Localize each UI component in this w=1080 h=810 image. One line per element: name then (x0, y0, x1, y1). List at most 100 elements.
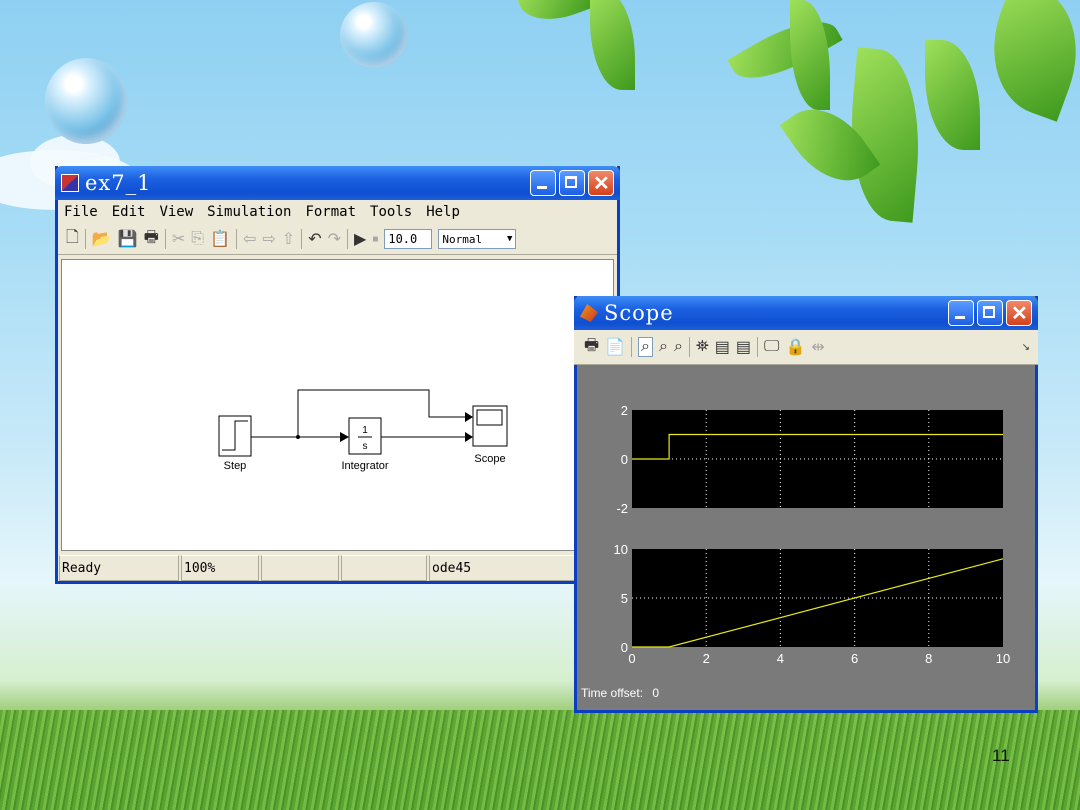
lock-icon[interactable]: 🔒 (785, 337, 805, 357)
x-tick-label: 8 (925, 651, 932, 666)
toolbar-overflow-icon[interactable]: ↘ (1022, 342, 1030, 353)
y-tick-label: 0 (621, 640, 628, 655)
zoom-y-icon[interactable]: ⌕ (674, 338, 683, 356)
menu-tools[interactable]: Tools (370, 204, 412, 220)
zoom-icon[interactable]: ⌕ (638, 337, 653, 357)
status-bar: Ready 100% ode45 (58, 555, 617, 581)
menu-simulation[interactable]: Simulation (207, 204, 291, 220)
print-icon[interactable]: 🖶 (144, 226, 159, 253)
signal-selection-icon[interactable]: ⇹ (811, 337, 824, 357)
close-button[interactable]: ✕ (1006, 300, 1032, 326)
status-empty (261, 555, 339, 581)
minimize-icon (955, 316, 965, 319)
menu-edit[interactable]: Edit (112, 204, 146, 220)
toolbar: 🗋 📂 💾 🖶 ✂ ⎘ 📋 ⇦ ⇨ ⇧ ↶ ↷ ▶ ■ 10.0 Normal … (58, 224, 617, 255)
integrator-label: Integrator (341, 460, 388, 472)
up-arrow-icon[interactable]: ⇧ (282, 229, 295, 249)
toolbar-separator (757, 337, 758, 357)
window-title: ex7_1 (85, 171, 152, 195)
plot-area-0 (632, 410, 1003, 508)
matlab-icon (580, 304, 598, 322)
arrow-head (465, 432, 473, 442)
menu-bar: File Edit View Simulation Format Tools H… (58, 200, 617, 224)
open-folder-icon[interactable]: 📂 (92, 229, 112, 249)
minimize-button[interactable] (530, 170, 556, 196)
scope-label: Scope (474, 453, 505, 465)
x-tick-label: 2 (703, 651, 710, 666)
scope-plots: 20-210500 2 4 6 8 10 (614, 403, 1011, 666)
arrow-head (465, 412, 473, 422)
maximize-icon (565, 176, 577, 188)
stop-icon[interactable]: ■ (372, 234, 378, 245)
x-tick-label: 10 (996, 651, 1010, 666)
menu-help[interactable]: Help (426, 204, 460, 220)
scope-toolbar: 🖶 📄 ⌕ ⌕ ⌕ ⛯ ▤ ▤ 🖵 🔒 ⇹ ↘ (574, 330, 1038, 365)
block-diagram: Step 1 s Integrator Scope (218, 389, 508, 472)
toolbar-separator (164, 229, 166, 249)
stop-time-input[interactable]: 10.0 (384, 229, 433, 249)
menu-format[interactable]: Format (305, 204, 356, 220)
title-bar[interactable]: Scope ✕ (574, 296, 1038, 330)
globe-bubble (45, 58, 127, 144)
model-canvas[interactable]: Step 1 s Integrator Scope (61, 259, 614, 551)
maximize-button[interactable] (977, 300, 1003, 326)
status-ready: Ready (59, 555, 179, 581)
menu-view[interactable]: View (159, 204, 193, 220)
redo-icon[interactable]: ↷ (328, 229, 341, 249)
toolbar-separator (631, 337, 633, 357)
globe-bubble (340, 2, 408, 68)
y-tick-label: -2 (616, 501, 628, 516)
x-tick-label: 0 (628, 651, 635, 666)
minimize-button[interactable] (948, 300, 974, 326)
back-arrow-icon[interactable]: ⇦ (243, 229, 256, 249)
toolbar-separator (84, 229, 86, 249)
toolbar-separator (301, 229, 303, 249)
status-zoom: 100% (181, 555, 259, 581)
y-tick-label: 0 (621, 452, 628, 467)
simulink-model-icon (61, 174, 79, 192)
scope-window: Scope ✕ 🖶 📄 ⌕ ⌕ ⌕ ⛯ ▤ ▤ 🖵 🔒 ⇹ ↘ 2 0 -2 10 5 0… (574, 296, 1038, 713)
cut-icon[interactable]: ✂ (172, 229, 185, 249)
copy-icon[interactable]: ⎘ (191, 230, 204, 248)
parameters-icon[interactable]: 📄 (605, 337, 625, 357)
zoom-x-icon[interactable]: ⌕ (659, 338, 668, 356)
close-icon: ✕ (593, 173, 610, 195)
step-label: Step (224, 460, 247, 472)
simulation-mode-select[interactable]: Normal ▼ (438, 229, 517, 249)
floating-scope-icon[interactable]: 🖵 (764, 338, 779, 356)
x-tick-label: 4 (777, 651, 784, 666)
y-tick-label: 10 (614, 542, 628, 557)
close-button[interactable]: ✕ (588, 170, 614, 196)
forward-arrow-icon[interactable]: ⇨ (262, 229, 275, 249)
new-file-icon[interactable]: 🗋 (66, 226, 79, 253)
toolbar-separator (235, 229, 237, 249)
paste-icon[interactable]: 📋 (210, 229, 230, 249)
integrator-numerator: 1 (362, 425, 368, 436)
maximize-icon (983, 306, 995, 318)
arrow-head (340, 432, 349, 442)
step-block[interactable] (218, 415, 252, 457)
scope-block[interactable] (472, 405, 508, 447)
simulation-mode-value: Normal (442, 232, 483, 246)
minimize-icon (537, 186, 547, 189)
print-icon[interactable]: 🖶 (584, 334, 599, 361)
x-tick-label: 6 (851, 651, 858, 666)
undo-icon[interactable]: ↶ (308, 229, 321, 249)
close-icon: ✕ (1011, 303, 1028, 325)
time-offset-value: 0 (652, 686, 660, 700)
title-bar[interactable]: ex7_1 ✕ (55, 166, 620, 200)
integrator-denominator: s (363, 441, 368, 452)
autoscale-binoculars-icon[interactable]: ⛯ (696, 338, 709, 356)
grass (0, 710, 1080, 810)
save-icon[interactable]: 💾 (118, 229, 138, 249)
plot-area-1 (632, 549, 1003, 647)
play-icon[interactable]: ▶ (354, 229, 366, 249)
restore-axes-icon[interactable]: ▤ (736, 337, 751, 357)
page-number: 11 (992, 746, 1010, 765)
simulink-window: ex7_1 ✕ File Edit View Simulation Format… (55, 166, 620, 584)
window-title: Scope (604, 301, 674, 325)
time-offset: Time offset: 0 (581, 686, 659, 700)
save-axes-icon[interactable]: ▤ (715, 337, 730, 357)
menu-file[interactable]: File (64, 204, 98, 220)
maximize-button[interactable] (559, 170, 585, 196)
